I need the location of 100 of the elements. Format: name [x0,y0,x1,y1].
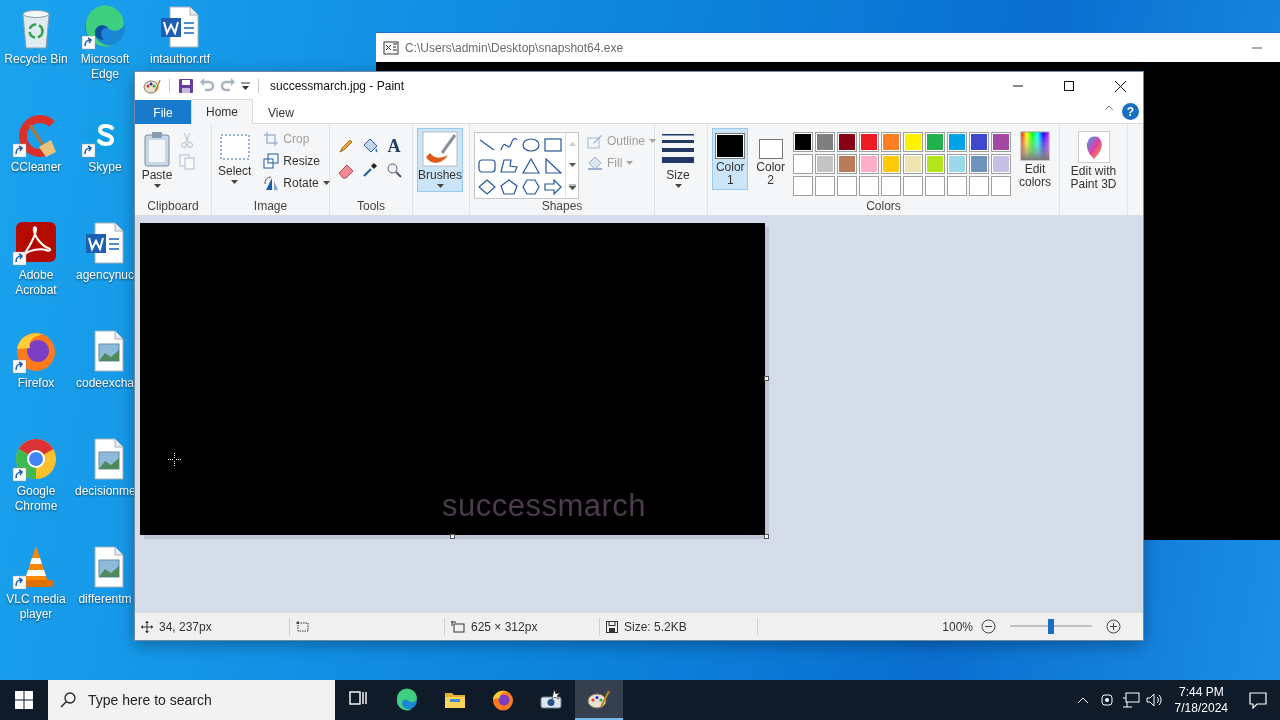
paint-app-icon [587,688,611,712]
paste-button[interactable]: Paste [139,128,175,191]
caret-icon [674,184,682,188]
desktop-shortcut[interactable]: codeexcha [75,327,135,391]
desktop-shortcut[interactable]: CCleaner [0,111,72,175]
color-swatch[interactable] [968,154,989,174]
polygon-tool-icon[interactable] [500,157,518,174]
color-swatch[interactable] [902,154,923,174]
color-swatch[interactable] [836,154,857,174]
oval-tool-icon[interactable] [522,136,540,153]
color-swatch[interactable] [990,132,1011,152]
size-button[interactable]: Size [659,128,697,191]
caret-icon [649,139,657,143]
desktop-shortcut[interactable]: Skype [75,111,135,175]
volume-icon[interactable] [1145,692,1164,708]
color-swatch[interactable] [924,132,945,152]
search-field[interactable]: Type here to search [48,680,335,720]
diamond-tool-icon[interactable] [478,178,496,195]
brush-icon [422,131,458,167]
group-label: Tools [356,199,386,215]
triangle-tool-icon[interactable] [522,157,540,174]
color-swatch[interactable] [858,132,879,152]
desktop-shortcut[interactable]: differentm [75,543,135,607]
color-swatch[interactable] [792,132,813,152]
color-swatch[interactable] [836,132,857,152]
notification-icon [1249,691,1267,709]
magnifier-icon[interactable] [386,162,402,178]
fill-icon [587,155,603,171]
scroll-down-icon[interactable] [568,162,576,167]
close-icon [1114,80,1126,92]
desktop-shortcut[interactable]: decisionme [75,435,135,499]
desktop-shortcut[interactable]: agencynuc [75,219,135,283]
fill-bucket-icon[interactable] [361,137,379,155]
clock[interactable]: 7:44 PM 7/18/2024 [1166,680,1236,720]
pentagon-tool-icon[interactable] [500,178,518,195]
desktop-shortcut[interactable]: Google Chrome [0,435,72,514]
color-swatch[interactable] [880,154,901,174]
text-tool-icon[interactable]: A [387,137,401,155]
rectangle-tool-icon[interactable] [544,136,562,153]
zoom-level: 100% [942,619,973,634]
desktop-shortcut[interactable]: Adobe Acrobat [0,219,72,298]
file-menu-tab[interactable]: File [135,100,191,124]
color-picker-icon[interactable] [362,162,378,178]
hexagon-tool-icon[interactable] [522,178,540,195]
curve-tool-icon[interactable] [500,136,518,153]
show-hidden-icons-icon[interactable] [1076,696,1089,704]
color-selector-button[interactable]: Color 1 [712,128,749,190]
caret-icon [436,184,444,188]
caret-icon [153,184,161,188]
resize-handle[interactable] [764,534,769,539]
desktop-shortcut[interactable]: Microsoft Edge [75,3,135,82]
paint-3d-button[interactable]: Edit with Paint 3D [1064,128,1123,194]
customize-menu-icon[interactable] [241,82,250,90]
color-swatch[interactable] [946,154,967,174]
zoom-out-icon[interactable] [981,619,996,634]
resize-handle[interactable] [764,376,769,381]
desktop-shortcut[interactable]: intauthor.rtf [150,3,210,67]
desktop-shortcut[interactable]: Recycle Bin [0,3,72,67]
color-swatch[interactable] [814,154,835,174]
rotate-icon [263,175,280,191]
color-swatch[interactable] [946,132,967,152]
slider-thumb[interactable] [1048,619,1054,634]
ribbon-tab[interactable]: View [253,100,309,124]
color-selector-button[interactable]: Color 2 [752,128,789,190]
color-swatch[interactable] [814,132,835,152]
resize-handle[interactable] [450,534,455,539]
color-swatch[interactable] [858,154,879,174]
help-button[interactable]: ? [1122,103,1139,120]
cursor-position: 34, 237px [159,619,212,634]
rotate-button[interactable]: Rotate [261,172,332,194]
meeting-icon[interactable] [1099,692,1114,708]
collapse-ribbon-icon[interactable] [1104,104,1114,111]
taskbar-app-button[interactable] [575,680,623,720]
more-icon[interactable] [568,183,576,190]
color-swatch[interactable] [968,132,989,152]
edit-colors-button[interactable]: Edit colors [1014,128,1055,192]
arrow-tool-icon[interactable] [544,178,562,195]
caret-icon [626,161,634,165]
resize-icon [263,153,280,169]
save-icon[interactable] [178,78,194,94]
console-app-icon [383,39,399,56]
pencil-icon[interactable] [338,138,354,154]
right-triangle-tool-icon[interactable] [544,157,562,174]
zoom-in-icon[interactable] [1106,619,1121,634]
desktop-shortcut[interactable]: VLC media player [0,543,72,622]
desktop-shortcut[interactable]: Firefox [0,327,72,391]
network-icon[interactable] [1121,692,1140,708]
resize-button[interactable]: Resize [261,150,332,172]
color-swatch[interactable] [880,132,901,152]
caret-icon [231,180,239,184]
selection-size-icon [296,620,310,633]
brushes-button[interactable]: Brushes [417,128,463,192]
color-swatch[interactable] [990,154,1011,174]
image-size-icon [451,620,465,633]
ribbon-tab[interactable]: Home [191,99,253,124]
color-swatch[interactable] [924,154,945,174]
rounded-rectangle-tool-icon[interactable] [478,157,496,174]
color-swatch[interactable] [902,132,923,152]
color-swatch[interactable] [792,154,813,174]
select-button[interactable]: Select [216,128,254,187]
